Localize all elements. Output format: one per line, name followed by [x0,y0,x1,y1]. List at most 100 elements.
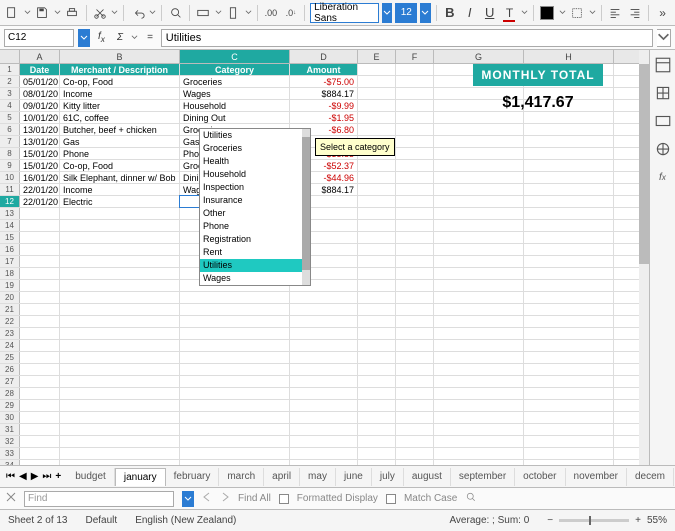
cell[interactable] [60,352,180,363]
cell[interactable] [524,304,614,315]
cell-date[interactable]: 15/01/20 [20,148,60,159]
cell[interactable] [524,364,614,375]
cell[interactable] [358,424,396,435]
cell[interactable] [396,220,434,231]
cell[interactable] [358,256,396,267]
cell[interactable] [524,352,614,363]
dropdown-option[interactable]: Other [200,207,310,220]
cut-icon[interactable] [92,3,109,23]
cell[interactable] [396,376,434,387]
cell-category[interactable]: Groceries [180,76,290,87]
select-all-corner[interactable] [0,50,20,63]
cell[interactable] [290,448,358,459]
col-header[interactable]: D [290,50,358,63]
cell[interactable] [290,352,358,363]
row-icon[interactable] [195,3,212,23]
cell[interactable] [396,316,434,327]
cell[interactable] [396,208,434,219]
cell-amount[interactable]: $884.17 [290,88,358,99]
cell-merchant[interactable]: Electric [60,196,180,207]
cell[interactable] [358,364,396,375]
cell[interactable] [290,460,358,465]
cell-merchant[interactable]: Co-op, Food [60,160,180,171]
cell[interactable] [20,268,60,279]
cell[interactable] [358,436,396,447]
cell-date[interactable]: 08/01/20 [20,88,60,99]
cell[interactable] [20,280,60,291]
col-header[interactable]: C [180,50,290,63]
cell-date[interactable]: 13/01/20 [20,124,60,135]
cell[interactable] [60,364,180,375]
cell-date[interactable]: 22/01/20 [20,184,60,195]
find-options-icon[interactable] [465,491,477,506]
spreadsheet[interactable]: ABCDEFGH 1DateMerchant / DescriptionCate… [0,50,649,465]
cell[interactable] [434,256,524,267]
cell[interactable] [20,436,60,447]
row-header[interactable]: 23 [0,328,20,339]
cell[interactable] [180,328,290,339]
zoom-out-icon[interactable]: − [547,515,553,526]
cell-amount[interactable]: -$75.00 [290,76,358,87]
cell[interactable] [60,304,180,315]
properties-icon[interactable] [654,56,672,74]
cell[interactable] [20,328,60,339]
row-header[interactable]: 2 [0,76,20,87]
cell[interactable] [524,328,614,339]
cell[interactable] [358,340,396,351]
cell[interactable] [358,64,396,75]
cell[interactable] [20,208,60,219]
cell[interactable] [524,124,614,135]
cell[interactable] [20,376,60,387]
row-header[interactable]: 12 [0,196,20,207]
cell[interactable] [396,400,434,411]
formatted-checkbox[interactable] [279,494,289,504]
row-header[interactable]: 9 [0,160,20,171]
row-header[interactable]: 8 [0,148,20,159]
cell[interactable] [358,316,396,327]
row-header[interactable]: 25 [0,352,20,363]
cell[interactable] [358,352,396,363]
cell-reference[interactable]: C12 [4,29,74,47]
cell-date[interactable]: 15/01/20 [20,160,60,171]
dropdown-option[interactable]: Household [200,168,310,181]
cell[interactable] [358,280,396,291]
row-header[interactable]: 1 [0,64,20,75]
row-header[interactable]: 24 [0,340,20,351]
cell[interactable] [524,256,614,267]
cell[interactable] [358,244,396,255]
row-header[interactable]: 22 [0,316,20,327]
row-header[interactable]: 27 [0,376,20,387]
cell[interactable] [434,328,524,339]
cell[interactable] [60,244,180,255]
cell-merchant[interactable]: Gas [60,136,180,147]
cell[interactable] [524,268,614,279]
header-category[interactable]: Category [180,64,290,75]
cell[interactable] [434,232,524,243]
dropdown-option[interactable]: Utilities [200,259,310,272]
cell[interactable] [434,184,524,195]
cell[interactable] [396,160,434,171]
paste-dropdown[interactable] [111,9,118,16]
cell[interactable] [358,232,396,243]
cell[interactable] [290,328,358,339]
cell[interactable] [290,340,358,351]
dropdown-option[interactable]: Rent [200,246,310,259]
cell-merchant[interactable]: Butcher, beef + chicken [60,124,180,135]
cell[interactable] [396,448,434,459]
cell[interactable] [434,352,524,363]
row-header[interactable]: 30 [0,412,20,423]
cell[interactable] [180,340,290,351]
row-header[interactable]: 19 [0,280,20,291]
cell[interactable] [434,124,524,135]
dropdown-option[interactable]: Wages [200,272,310,285]
cell[interactable] [358,400,396,411]
cell[interactable] [180,424,290,435]
dropdown-option[interactable]: Phone [200,220,310,233]
dropdown-option[interactable]: Insurance [200,194,310,207]
cell-merchant[interactable]: Income [60,184,180,195]
font-caret[interactable] [382,3,392,23]
cell[interactable] [396,280,434,291]
sheet-tab[interactable]: budget [67,468,115,486]
cell[interactable] [358,220,396,231]
cell[interactable] [358,412,396,423]
